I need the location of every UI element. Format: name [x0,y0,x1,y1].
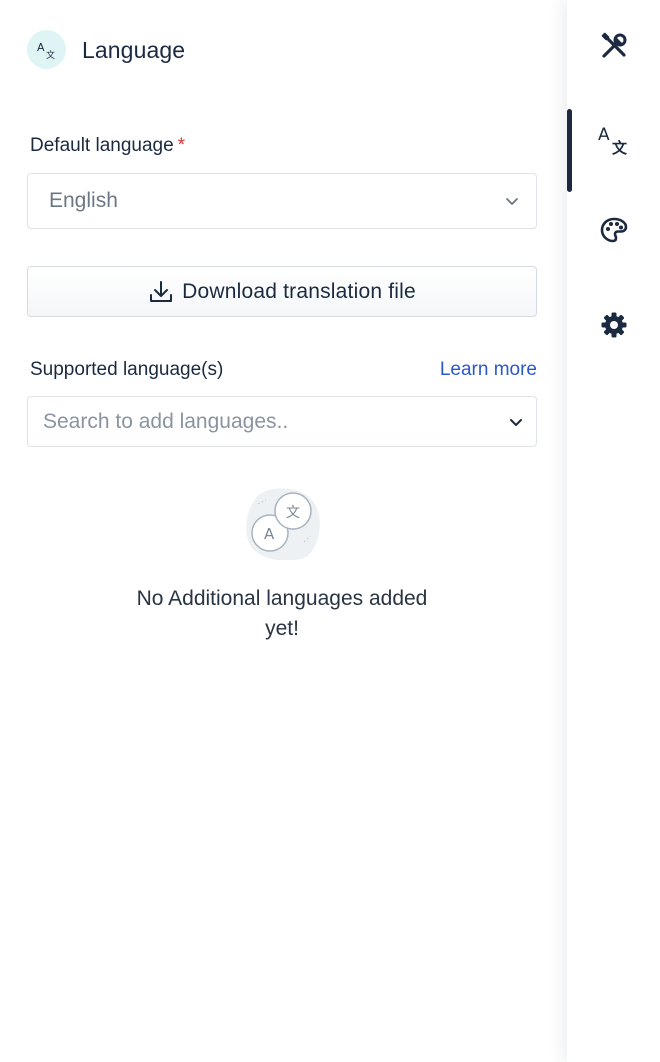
chevron-down-icon [510,418,522,426]
default-language-label: Default language * [30,134,185,158]
palette-icon [600,217,627,243]
empty-state-line1: No Additional languages added [136,587,428,610]
required-marker: * [177,135,186,156]
default-language-select[interactable]: English [27,173,537,229]
empty-languages-illustration: A 文 [246,488,320,560]
rail-item-settings[interactable] [567,295,660,355]
rail-item-language[interactable]: A 文 [567,109,660,169]
svg-text:A: A [598,125,610,145]
svg-text:文: 文 [46,49,55,61]
empty-state-message: No Additional languages added yet! [122,584,442,644]
svg-text:A: A [37,41,45,54]
default-language-value: English [49,189,118,212]
default-language-label-text: Default language [30,135,174,156]
download-icon [150,280,173,302]
rail-item-theme[interactable] [567,200,660,260]
supported-languages-label: Supported language(s) [30,359,224,380]
download-translation-button[interactable]: Download translation file [27,266,537,317]
chevron-down-icon [506,198,518,205]
translate-icon: A 文 [598,125,628,156]
side-rail: A 文 [567,0,660,1062]
empty-state-line2: yet! [265,617,299,640]
page-title: Language [82,37,186,63]
svg-text:文: 文 [612,139,628,156]
rail-item-tools[interactable] [567,16,660,76]
tools-icon [601,32,626,58]
download-button-label: Download translation file [182,279,416,303]
svg-text:A: A [264,525,275,543]
language-panel: A 文 Language Default language * English D… [0,0,567,1062]
svg-text:文: 文 [286,505,300,521]
language-search-input[interactable]: Search to add languages.. [27,396,537,447]
translate-icon: A 文 [27,30,66,69]
gear-icon [601,312,626,338]
learn-more-link[interactable]: Learn more [440,358,537,382]
language-search-placeholder: Search to add languages.. [43,409,289,433]
